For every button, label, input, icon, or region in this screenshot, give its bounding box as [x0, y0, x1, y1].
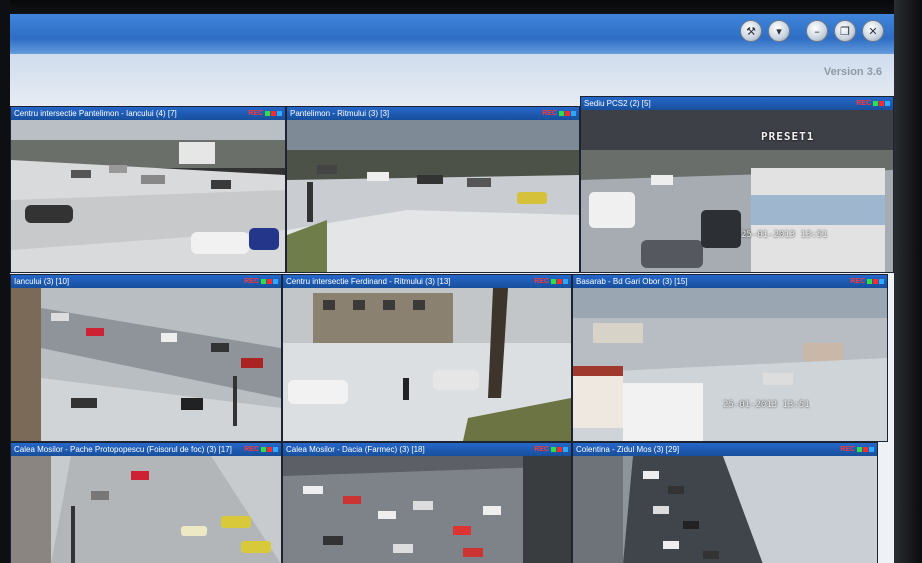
status-led-blue	[571, 111, 576, 116]
rec-indicator: REC	[244, 446, 259, 453]
status-led-green	[551, 279, 556, 284]
camera-header: Basarab - Bd Gari Obor (3) [15] REC	[573, 275, 887, 288]
camera-feed: PRESET1 25-01-2013 13:51	[581, 110, 893, 272]
monitor-screen: ⚒ ▾ – ❐ ✕ Version 3.6 Centru intersectie…	[10, 14, 894, 563]
camera-header: Centru intersectie Pantelimon - Iancului…	[11, 107, 285, 120]
camera-header: Colentina - Zidul Mos (3) [29] REC	[573, 443, 877, 456]
status-led-red	[873, 279, 878, 284]
camera-feed	[11, 288, 281, 441]
camera-tile[interactable]: Centru intersectie Pantelimon - Iancului…	[10, 106, 286, 273]
camera-header: Iancului (3) [10] REC	[11, 275, 281, 288]
status-led-green	[867, 279, 872, 284]
status-led-red	[879, 101, 884, 106]
minimize-icon[interactable]: –	[806, 20, 828, 42]
camera-tile[interactable]: Calea Mosilor - Dacia (Farmec) (3) [18] …	[282, 442, 572, 563]
camera-tile[interactable]: Colentina - Zidul Mos (3) [29] REC	[572, 442, 878, 563]
rec-indicator: REC	[840, 446, 855, 453]
status-led-green	[261, 447, 266, 452]
status-led-green	[873, 101, 878, 106]
camera-feed	[283, 456, 571, 563]
status-led-red	[565, 111, 570, 116]
rec-indicator: REC	[542, 110, 557, 117]
camera-tile[interactable]: Basarab - Bd Gari Obor (3) [15] REC 25-0…	[572, 274, 888, 442]
camera-title: Calea Mosilor - Pache Protopopescu (Fois…	[14, 445, 232, 454]
status-led-blue	[277, 111, 282, 116]
status-led-green	[261, 279, 266, 284]
camera-feed	[283, 288, 571, 441]
close-icon[interactable]: ✕	[862, 20, 884, 42]
camera-feed	[287, 120, 579, 272]
status-led-green	[559, 111, 564, 116]
wrench-icon[interactable]: ⚒	[740, 20, 762, 42]
camera-feed: 25-01-2013 13:51	[573, 288, 887, 441]
camera-title: Centru intersectie Ferdinand - Ritmului …	[286, 277, 451, 286]
window-controls: ⚒ ▾ – ❐ ✕	[740, 20, 884, 42]
status-led-blue	[273, 279, 278, 284]
camera-title: Colentina - Zidul Mos (3) [29]	[576, 445, 680, 454]
camera-tile[interactable]: Centru intersectie Ferdinand - Ritmului …	[282, 274, 572, 442]
rec-indicator: REC	[850, 278, 865, 285]
rec-indicator: REC	[856, 100, 871, 107]
version-label: Version 3.6	[823, 66, 882, 78]
status-led-red	[557, 447, 562, 452]
status-led-red	[557, 279, 562, 284]
camera-tile[interactable]: Calea Mosilor - Pache Protopopescu (Fois…	[10, 442, 282, 563]
status-led-red	[267, 279, 272, 284]
timestamp-overlay: 25-01-2013 13:51	[741, 230, 828, 240]
status-led-blue	[273, 447, 278, 452]
camera-header: Centru intersectie Ferdinand - Ritmului …	[283, 275, 571, 288]
status-led-blue	[879, 279, 884, 284]
monitor-bezel-right	[894, 0, 922, 563]
camera-tile[interactable]: Iancului (3) [10] REC	[10, 274, 282, 442]
status-led-red	[267, 447, 272, 452]
camera-header: Calea Mosilor - Dacia (Farmec) (3) [18] …	[283, 443, 571, 456]
status-led-red	[271, 111, 276, 116]
status-led-blue	[563, 447, 568, 452]
monitor-bezel-left	[0, 0, 10, 563]
camera-feed	[573, 456, 877, 563]
rec-indicator: REC	[534, 446, 549, 453]
rec-indicator: REC	[534, 278, 549, 285]
camera-feed	[11, 120, 285, 272]
camera-title: Centru intersectie Pantelimon - Iancului…	[14, 109, 177, 118]
restore-icon[interactable]: ❐	[834, 20, 856, 42]
status-led-red	[863, 447, 868, 452]
camera-header: Calea Mosilor - Pache Protopopescu (Fois…	[11, 443, 281, 456]
camera-feed	[11, 456, 281, 563]
status-led-green	[857, 447, 862, 452]
status-led-blue	[563, 279, 568, 284]
rec-indicator: REC	[248, 110, 263, 117]
camera-header: Pantelimon - Ritmului (3) [3] REC	[287, 107, 579, 120]
status-led-green	[265, 111, 270, 116]
status-led-blue	[885, 101, 890, 106]
camera-title: Iancului (3) [10]	[14, 277, 70, 286]
camera-tile[interactable]: Sediu PCS2 (2) [5] REC PRESET1 25-01-201…	[580, 96, 894, 273]
camera-grid: Centru intersectie Pantelimon - Iancului…	[10, 96, 894, 563]
status-led-green	[551, 447, 556, 452]
camera-title: Calea Mosilor - Dacia (Farmec) (3) [18]	[286, 445, 425, 454]
rec-indicator: REC	[244, 278, 259, 285]
timestamp-overlay: 25-01-2013 13:51	[723, 400, 810, 410]
camera-title: Pantelimon - Ritmului (3) [3]	[290, 109, 390, 118]
camera-title: Basarab - Bd Gari Obor (3) [15]	[576, 277, 688, 286]
status-led-blue	[869, 447, 874, 452]
chevron-down-icon[interactable]: ▾	[768, 20, 790, 42]
camera-header: Sediu PCS2 (2) [5] REC	[581, 97, 893, 110]
camera-tile[interactable]: Pantelimon - Ritmului (3) [3] REC	[286, 106, 580, 273]
preset-overlay: PRESET1	[761, 130, 815, 143]
camera-title: Sediu PCS2 (2) [5]	[584, 99, 651, 108]
